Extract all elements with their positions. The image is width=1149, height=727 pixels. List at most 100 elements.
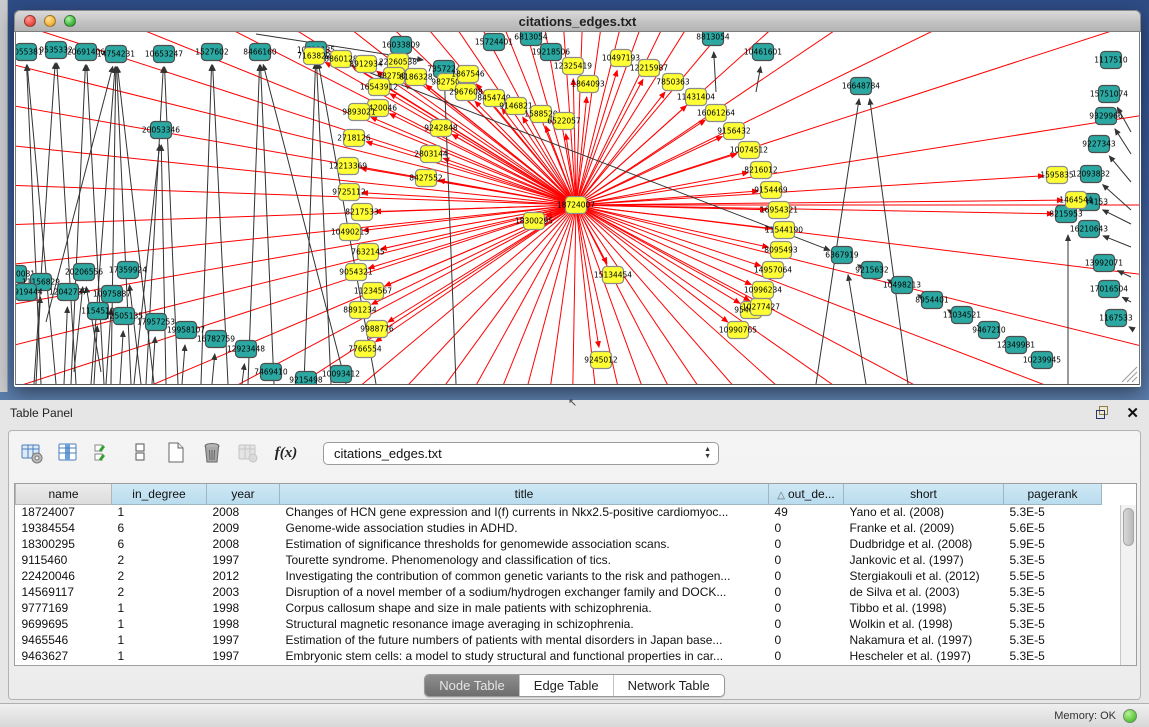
graph-node-label: 17359924 — [109, 266, 147, 275]
network-canvas[interactable]: 2055381953533220691406147542311065324715… — [15, 32, 1140, 385]
graph-node-label: 16543912 — [360, 83, 398, 92]
scrollbar-thumb[interactable] — [1123, 508, 1134, 546]
black-edge[interactable] — [714, 52, 716, 92]
vertical-scrollbar[interactable] — [1120, 505, 1136, 665]
network-graph[interactable]: 2055381953533220691406147542311065324715… — [16, 32, 1140, 385]
graph-node-label: 12923448 — [227, 345, 265, 354]
black-edge[interactable] — [146, 67, 163, 384]
table-cell: 1 — [112, 648, 207, 664]
table-row[interactable]: 1938455462009Genome-wide association stu… — [16, 520, 1102, 536]
column-header-name[interactable]: name — [16, 484, 112, 504]
red-edge[interactable] — [576, 205, 768, 247]
black-edge[interactable] — [1103, 210, 1131, 224]
table-row[interactable]: 2242004622012Investigating the contribut… — [16, 568, 1102, 584]
black-edge[interactable] — [71, 65, 85, 384]
table-cell: 5.3E-5 — [1004, 632, 1102, 648]
window-titlebar[interactable]: citations_edges.txt — [14, 10, 1141, 32]
table-row[interactable]: 946362711997Embryonic stem cells: a mode… — [16, 648, 1102, 664]
red-edge[interactable] — [576, 205, 891, 385]
column-header-pagerank[interactable]: pagerank — [1004, 484, 1102, 504]
black-edge[interactable] — [1129, 327, 1131, 328]
new-file-icon[interactable] — [161, 438, 191, 468]
close-panel-icon[interactable]: ✕ — [1126, 406, 1139, 421]
graph-node-label: 7766554 — [348, 345, 382, 354]
black-edge[interactable] — [317, 63, 331, 384]
black-edge[interactable] — [248, 65, 260, 384]
red-edge[interactable] — [576, 205, 750, 301]
resize-grip-icon[interactable] — [1127, 372, 1137, 382]
delete-icon[interactable] — [197, 438, 227, 468]
rows-icon[interactable] — [125, 438, 155, 468]
table-cell: Changes of HCN gene expression and I(f) … — [280, 504, 769, 520]
black-edge[interactable] — [117, 67, 131, 384]
black-edge[interactable] — [87, 65, 104, 384]
black-edge[interactable] — [263, 65, 346, 384]
graph-node-label: 1864093 — [571, 80, 605, 89]
table-cell: 9699695 — [16, 616, 112, 632]
table-settings-icon[interactable] — [17, 438, 47, 468]
black-edge[interactable] — [64, 307, 67, 384]
black-edge[interactable] — [304, 63, 316, 384]
column-header-short[interactable]: short — [844, 484, 1004, 504]
tab-network-table[interactable]: Network Table — [613, 675, 724, 696]
import-table-icon[interactable] — [233, 438, 263, 468]
column-header-year[interactable]: year — [207, 484, 280, 504]
float-window-icon[interactable] — [1096, 406, 1112, 421]
graph-node-label: 1117510 — [1094, 56, 1128, 65]
black-edge[interactable] — [816, 99, 859, 384]
graph-node-label: 10461601 — [744, 48, 782, 57]
graph-node-label: 12042737 — [49, 288, 87, 297]
column-header-out_de[interactable]: △out_de... — [769, 484, 844, 504]
tab-edge-table[interactable]: Edge Table — [519, 675, 613, 696]
black-edge[interactable] — [1109, 156, 1131, 182]
graph-node-label: 18724007 — [557, 201, 595, 210]
table-cell: 14569117 — [16, 584, 112, 600]
tab-node-table[interactable]: Node Table — [425, 675, 519, 696]
black-edge[interactable] — [1118, 271, 1131, 277]
black-edge[interactable] — [182, 345, 185, 384]
table-row[interactable]: 1872400712008Changes of HCN gene express… — [16, 504, 1102, 520]
row-checks-icon[interactable] — [89, 438, 119, 468]
table-cell: 9463627 — [16, 648, 112, 664]
red-edge[interactable] — [16, 205, 576, 351]
graph-node-label: 2803144 — [414, 150, 448, 159]
black-edge[interactable] — [86, 287, 101, 372]
network-selector-dropdown[interactable]: citations_edges.txt ▲▼ — [323, 442, 719, 465]
black-edge[interactable] — [1122, 297, 1131, 302]
function-icon[interactable]: f(x) — [269, 445, 303, 462]
graph-node-label: 9154469 — [754, 186, 788, 195]
red-edge[interactable] — [576, 205, 1055, 385]
table-cell: 2008 — [207, 536, 280, 552]
red-edge[interactable] — [576, 205, 1140, 376]
black-edge[interactable] — [848, 275, 866, 384]
table-row[interactable]: 1830029562008Estimation of significance … — [16, 536, 1102, 552]
graph-node-label: 8217533 — [345, 208, 379, 217]
black-edge[interactable] — [1103, 236, 1131, 247]
black-edge[interactable] — [161, 145, 166, 384]
table-row[interactable]: 977716911998Corpus callosum shape and si… — [16, 600, 1102, 616]
red-edge[interactable] — [16, 205, 576, 254]
table-row[interactable]: 1456911722003Disruption of a novel membe… — [16, 584, 1102, 600]
red-edge[interactable] — [381, 205, 576, 385]
memory-status-icon[interactable] — [1123, 709, 1137, 723]
resize-grip-icon[interactable] — [1132, 377, 1137, 382]
graph-node-label: 10490213 — [331, 228, 369, 237]
table-row[interactable]: 969969511998Structural magnetic resonanc… — [16, 616, 1102, 632]
black-edge[interactable] — [120, 331, 123, 384]
graph-node-label: 16782759 — [197, 335, 235, 344]
memory-status-label: Memory: OK — [1054, 710, 1116, 722]
red-edge[interactable] — [576, 205, 1053, 214]
table-row[interactable]: 911546021997Tourette syndrome. Phenomeno… — [16, 552, 1102, 568]
select-column-icon[interactable] — [53, 438, 83, 468]
table-cell: 0 — [769, 616, 844, 632]
black-edge[interactable] — [756, 67, 761, 92]
column-header-title[interactable]: title — [280, 484, 769, 504]
table-row[interactable]: 946554611997Estimation of the future num… — [16, 632, 1102, 648]
table-cell: 6 — [112, 520, 207, 536]
black-edge[interactable] — [1115, 129, 1131, 154]
table-cell: 1 — [112, 504, 207, 520]
red-edge[interactable] — [381, 205, 576, 249]
table-cell: 5.3E-5 — [1004, 648, 1102, 664]
column-header-in_degree[interactable]: in_degree — [112, 484, 207, 504]
red-edge[interactable] — [576, 120, 705, 205]
